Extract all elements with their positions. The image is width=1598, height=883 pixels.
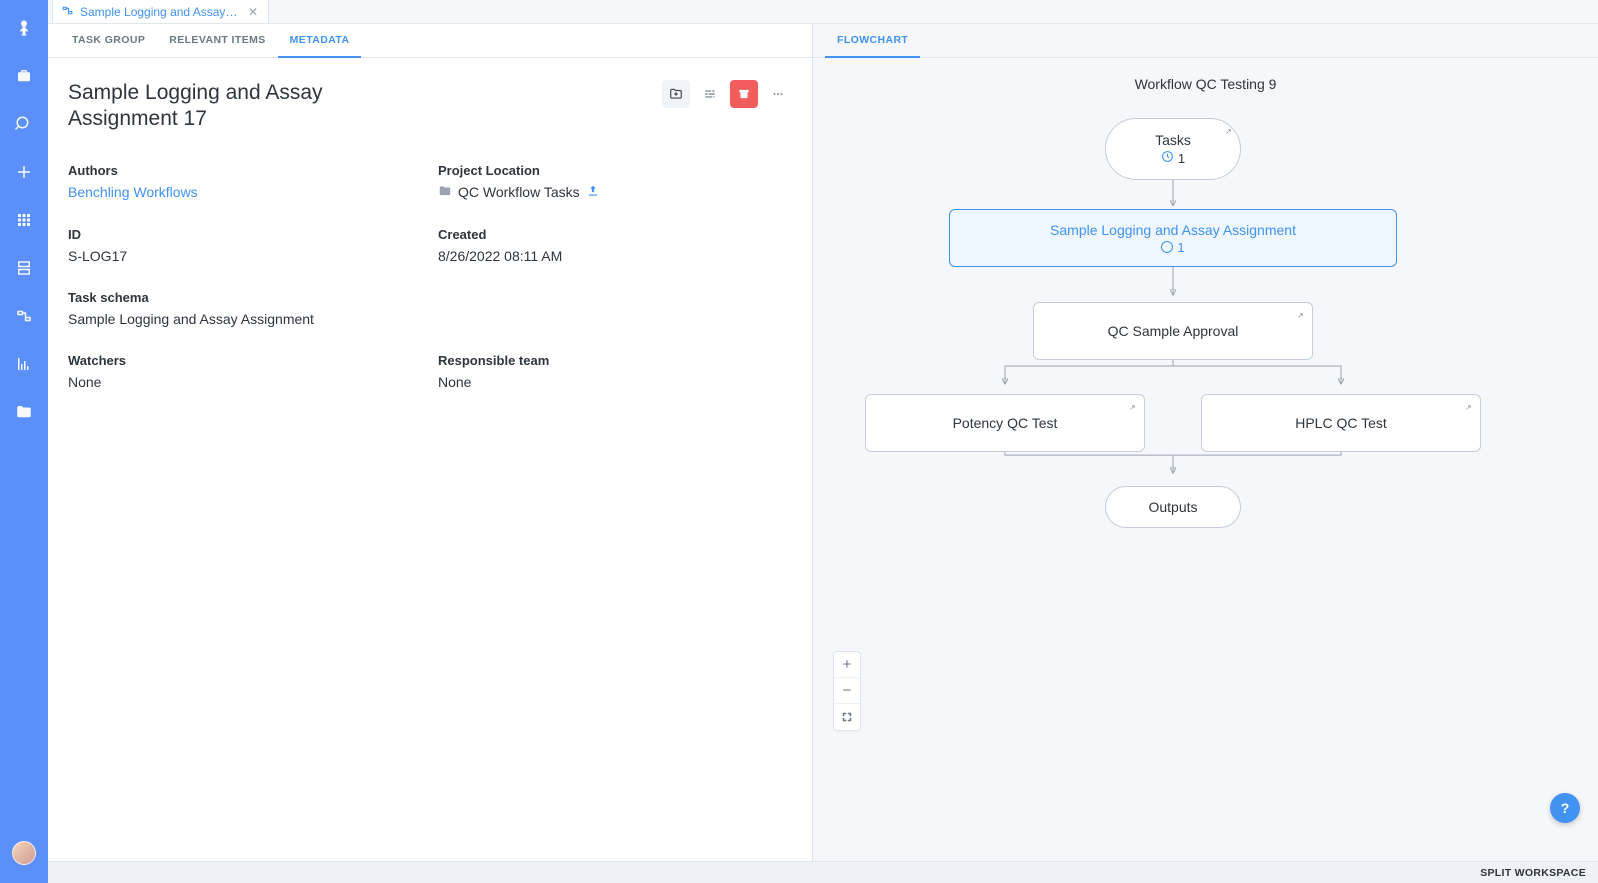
archive-delete-button[interactable] (730, 80, 758, 108)
briefcase-icon[interactable] (0, 52, 48, 100)
zoom-controls: + − (833, 651, 861, 731)
expand-icon[interactable] (1462, 401, 1472, 417)
expand-icon[interactable] (1222, 125, 1232, 141)
team-label: Responsible team (438, 353, 792, 368)
analytics-icon[interactable] (0, 340, 48, 388)
authors-label: Authors (68, 163, 418, 178)
split-workspace-button[interactable]: SPLIT WORKSPACE (1480, 867, 1586, 879)
expand-icon[interactable] (1294, 309, 1304, 325)
settings-sliders-button[interactable] (696, 80, 724, 108)
team-value: None (438, 374, 792, 390)
help-button[interactable]: ? (1550, 793, 1580, 823)
status-ring-icon (1161, 241, 1173, 253)
left-nav-sidebar (0, 0, 48, 883)
project-location-label: Project Location (438, 163, 792, 178)
node-outputs-label: Outputs (1148, 499, 1197, 515)
workflow-icon[interactable] (0, 292, 48, 340)
user-avatar[interactable] (12, 841, 36, 865)
node-potency[interactable]: Potency QC Test (865, 394, 1145, 452)
task-schema-label: Task schema (68, 290, 418, 305)
node-outputs[interactable]: Outputs (1105, 486, 1241, 528)
logo-icon[interactable] (0, 4, 48, 52)
id-label: ID (68, 227, 418, 242)
plus-icon[interactable] (0, 148, 48, 196)
node-potency-label: Potency QC Test (953, 415, 1058, 431)
project-location-value[interactable]: QC Workflow Tasks (458, 184, 580, 200)
zoom-in-button[interactable]: + (834, 652, 860, 678)
created-value: 8/26/2022 08:11 AM (438, 248, 792, 264)
field-authors: Authors Benchling Workflows (68, 163, 418, 201)
field-project-location: Project Location QC Workflow Tasks (438, 163, 792, 201)
authors-value[interactable]: Benchling Workflows (68, 184, 418, 200)
zoom-out-button[interactable]: − (834, 678, 860, 704)
flowchart-panel: FLOWCHART Workflow QC Testing 9 (813, 24, 1598, 861)
watchers-label: Watchers (68, 353, 418, 368)
node-hplc[interactable]: HPLC QC Test (1201, 394, 1481, 452)
move-to-folder-button[interactable] (662, 80, 690, 108)
expand-icon[interactable] (1126, 401, 1136, 417)
flowchart-title: Workflow QC Testing 9 (813, 58, 1598, 110)
workflow-tab-icon (61, 4, 74, 20)
flowchart-canvas[interactable]: Workflow QC Testing 9 (813, 58, 1598, 861)
field-watchers: Watchers None (68, 353, 418, 390)
folder-icon[interactable] (0, 388, 48, 436)
tab-task-group[interactable]: TASK GROUP (60, 24, 157, 58)
zoom-fit-button[interactable] (834, 704, 860, 730)
node-qc-approval[interactable]: QC Sample Approval (1033, 302, 1313, 360)
task-schema-value: Sample Logging and Assay Assignment (68, 311, 418, 327)
apps-grid-icon[interactable] (0, 196, 48, 244)
watchers-value: None (68, 374, 418, 390)
document-tab-label: Sample Logging and Assay Ass… (80, 5, 240, 19)
node-sample-label: Sample Logging and Assay Assignment (1050, 222, 1296, 238)
tab-relevant-items[interactable]: RELEVANT ITEMS (157, 24, 277, 58)
node-tasks[interactable]: Tasks 1 (1105, 118, 1241, 180)
document-tab[interactable]: Sample Logging and Assay Ass… ✕ (52, 0, 269, 23)
left-subtab-bar: TASK GROUP RELEVANT ITEMS METADATA (48, 24, 812, 58)
close-tab-icon[interactable]: ✕ (246, 5, 260, 19)
metadata-panel: TASK GROUP RELEVANT ITEMS METADATA Sampl… (48, 24, 813, 861)
title-action-bar (662, 80, 792, 108)
node-sample-count: 1 (1177, 240, 1184, 255)
node-hplc-label: HPLC QC Test (1295, 415, 1387, 431)
field-created: Created 8/26/2022 08:11 AM (438, 227, 792, 264)
field-responsible-team: Responsible team None (438, 353, 792, 390)
node-tasks-label: Tasks (1155, 132, 1191, 148)
page-title: Sample Logging and Assay Assignment 17 (68, 80, 368, 133)
more-menu-button[interactable] (764, 80, 792, 108)
upload-icon[interactable] (586, 184, 600, 201)
field-task-schema: Task schema Sample Logging and Assay Ass… (68, 290, 418, 327)
node-sample-logging[interactable]: Sample Logging and Assay Assignment 1 (949, 209, 1397, 267)
field-id: ID S-LOG17 (68, 227, 418, 264)
tab-flowchart[interactable]: FLOWCHART (825, 24, 920, 58)
search-icon[interactable] (0, 100, 48, 148)
clock-icon (1161, 150, 1174, 166)
folder-gray-icon (438, 184, 452, 201)
storage-icon[interactable] (0, 244, 48, 292)
tab-metadata[interactable]: METADATA (278, 24, 362, 58)
created-label: Created (438, 227, 792, 242)
node-approval-label: QC Sample Approval (1108, 323, 1239, 339)
id-value: S-LOG17 (68, 248, 418, 264)
document-tabstrip: Sample Logging and Assay Ass… ✕ (48, 0, 1598, 24)
footer-bar: SPLIT WORKSPACE (48, 861, 1598, 883)
node-tasks-count: 1 (1178, 151, 1185, 166)
